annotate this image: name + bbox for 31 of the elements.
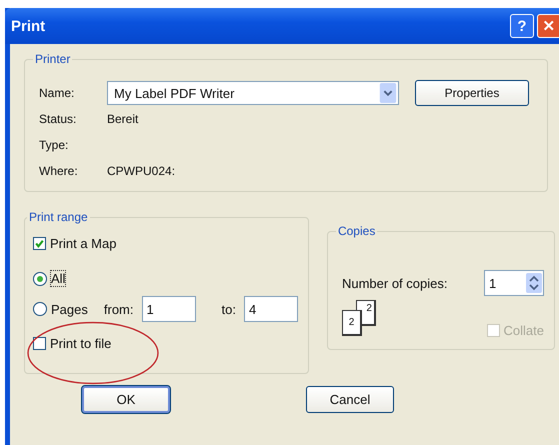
group-label: Copies — [336, 224, 376, 238]
field-label: Name: — [39, 86, 76, 100]
radio-button[interactable] — [33, 272, 47, 286]
checkbox[interactable] — [33, 237, 46, 250]
info-label: Where: — [39, 164, 79, 178]
checkbox[interactable] — [33, 337, 46, 350]
ok-button[interactable]: OK — [82, 386, 170, 413]
printer-dropdown[interactable]: My Label PDF Writer — [107, 81, 399, 105]
from-field[interactable]: 1 — [142, 296, 196, 322]
group-label: Printer — [34, 52, 72, 66]
window-title: Print — [11, 18, 46, 34]
cancel-button[interactable]: Cancel — [306, 386, 394, 413]
field-label: to: — [222, 302, 236, 316]
radio-label: All — [51, 271, 66, 286]
group-label: Print range — [28, 210, 89, 224]
checkbox-label: Collate — [504, 323, 544, 338]
info-value: Bereit — [107, 112, 138, 126]
checkbox-label: Print to file — [50, 336, 112, 351]
close-button[interactable]: ✕ — [537, 14, 559, 38]
field-label: Number of copies: — [342, 276, 448, 290]
info-label: Type: — [39, 138, 70, 152]
help-button[interactable]: ? — [510, 14, 534, 38]
copies-spinner[interactable]: 1 — [484, 270, 544, 296]
field-label: from: — [104, 302, 134, 316]
checkbox-label: Print a Map — [50, 236, 116, 251]
to-field[interactable]: 4 — [244, 296, 298, 322]
radio-label: Pages — [51, 302, 88, 316]
info-label: Status: — [39, 112, 78, 126]
radio-button[interactable] — [33, 302, 47, 316]
properties-button[interactable]: Properties — [415, 80, 529, 106]
info-value: CPWPU024: — [107, 164, 176, 178]
